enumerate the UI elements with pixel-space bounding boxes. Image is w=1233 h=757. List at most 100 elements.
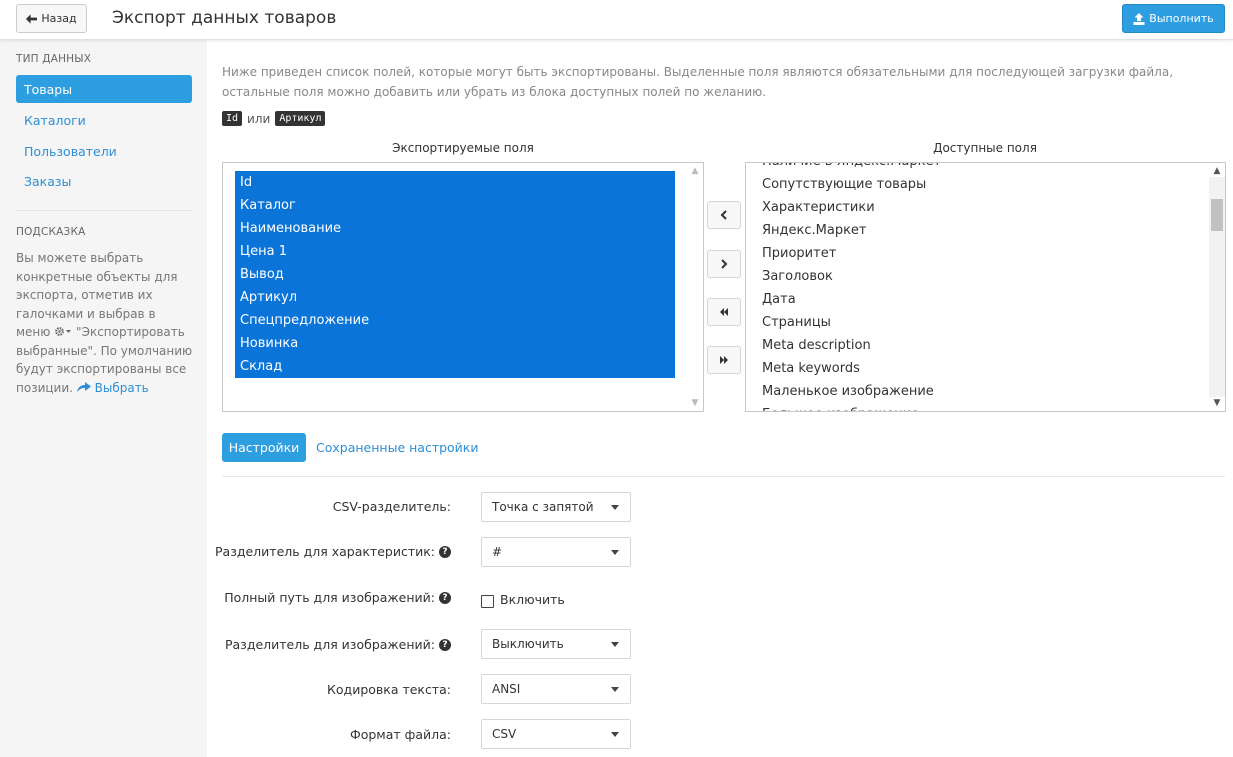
available-field-item[interactable]: Яндекс.Маркет (762, 219, 867, 242)
exported-fields-list[interactable]: Id Каталог Наименование Цена 1 Вывод Артикул С… (222, 162, 704, 412)
full-path-label: Полный путь для изображений: (224, 590, 435, 605)
sidebar-item-label: Заказы (24, 173, 72, 189)
double-chevron-left-icon (720, 308, 728, 316)
char-separator-value: # (492, 545, 503, 559)
full-path-checkbox[interactable] (481, 595, 494, 608)
available-field-item[interactable]: Страницы (762, 311, 831, 334)
caret-down-icon (611, 550, 619, 555)
chevron-left-icon (720, 210, 727, 220)
header: Назад Экспорт данных товаров Выполнить (0, 0, 1233, 40)
char-separator-label: Разделитель для характеристик: (215, 544, 435, 559)
exported-field-item[interactable]: Спецпредложение (235, 309, 675, 332)
select-link[interactable]: Выбрать (95, 381, 149, 395)
scrollbar-thumb[interactable] (1211, 199, 1223, 231)
available-field-item[interactable]: Meta description (762, 334, 871, 357)
sidebar-item-users[interactable]: Пользователи (16, 137, 192, 165)
exported-field-item[interactable]: Id (235, 171, 675, 194)
intro-text: Ниже приведен список полей, которые могу… (222, 65, 1174, 99)
sidebar-divider (16, 210, 192, 211)
chevron-up-icon[interactable]: ▲ (689, 166, 701, 176)
caret-down-icon (611, 732, 619, 737)
key-sku: Артикул (275, 111, 326, 126)
chevron-up-icon[interactable]: ▲ (1211, 166, 1223, 176)
sidebar-item-orders[interactable]: Заказы (16, 167, 192, 195)
encoding-label: Кодировка текста: (327, 682, 451, 697)
key-id: Id (222, 111, 243, 126)
tab-saved-settings[interactable]: Сохраненные настройки (316, 440, 478, 455)
run-label: Выполнить (1149, 12, 1214, 25)
move-all-right-button[interactable] (707, 346, 741, 374)
sidebar: ТИП ДАННЫХ Товары Каталоги Пользователи … (0, 40, 207, 757)
img-separator-label-row: Разделитель для изображений:? (201, 637, 451, 652)
back-label: Назад (41, 12, 77, 25)
img-separator-select[interactable]: Выключить (481, 629, 631, 659)
sidebar-item-products[interactable]: Товары (16, 75, 192, 103)
arrow-left-icon (26, 13, 38, 24)
exported-field-item[interactable]: Вывод (235, 263, 675, 286)
exported-field-item[interactable]: Артикул (235, 286, 675, 309)
move-right-button[interactable] (707, 250, 741, 278)
required-keys: Id или Артикул (222, 111, 326, 126)
exported-field-item[interactable]: Склад (235, 355, 675, 378)
available-field-item[interactable]: Meta keywords (762, 357, 860, 380)
tab-settings[interactable]: Настройки (222, 433, 306, 462)
upload-icon (1133, 12, 1145, 25)
format-select[interactable]: CSV (481, 719, 631, 749)
run-button[interactable]: Выполнить (1122, 4, 1225, 33)
available-field-item[interactable]: Заголовок (762, 265, 833, 288)
available-field-item[interactable]: Дата (762, 288, 796, 311)
question-circle-icon[interactable]: ? (439, 638, 451, 651)
encoding-value: ANSI (492, 682, 521, 696)
question-circle-icon[interactable]: ? (439, 545, 451, 558)
char-separator-label-row: Разделитель для характеристик:? (201, 544, 451, 559)
hint-text: Вы можете выбрать конкретные объекты для… (16, 249, 196, 397)
tabs-divider (222, 476, 1225, 477)
selected-fields-block: Id Каталог Наименование Цена 1 Вывод Артикул С… (235, 171, 675, 378)
move-all-left-button[interactable] (707, 298, 741, 326)
img-separator-label: Разделитель для изображений: (224, 637, 435, 652)
csv-separator-select[interactable]: Точка с запятой (481, 492, 631, 522)
exported-field-item[interactable]: Новинка (235, 332, 675, 355)
exported-fields-title: Экспортируемые поля (392, 141, 534, 155)
caret-down-icon (611, 505, 619, 510)
caret-down-icon (611, 642, 619, 647)
exported-field-item[interactable]: Каталог (235, 194, 675, 217)
exported-field-item[interactable]: Цена 1 (235, 240, 675, 263)
share-arrow-icon (76, 381, 91, 393)
available-fields-list[interactable]: Большое изображениеМаленькое изображение… (745, 162, 1226, 412)
caret-down-icon (611, 687, 619, 692)
format-label: Формат файла: (349, 727, 451, 742)
format-value: CSV (492, 727, 517, 741)
available-field-item[interactable]: Маленькое изображение (762, 380, 934, 403)
gear-icon (55, 327, 72, 336)
double-chevron-right-icon (720, 356, 728, 364)
sidebar-item-label: Каталоги (24, 112, 86, 128)
available-field-item[interactable]: Наличие в Яндекс.Маркет (762, 163, 941, 173)
csv-separator-label: CSV-разделитель: (332, 499, 451, 514)
full-path-checkbox-label[interactable]: Включить (500, 592, 565, 607)
available-field-item[interactable]: Характеристики (762, 196, 875, 219)
sidebar-item-label: Товары (24, 81, 73, 97)
img-separator-value: Выключить (492, 637, 564, 651)
encoding-select[interactable]: ANSI (481, 674, 631, 704)
chevron-down-icon[interactable]: ▼ (1211, 398, 1223, 408)
available-field-item[interactable]: Сопутствующие товары (762, 173, 926, 196)
exported-field-item[interactable]: Наименование (235, 217, 675, 240)
char-separator-select[interactable]: # (481, 537, 631, 567)
data-type-heading: ТИП ДАННЫХ (16, 53, 92, 65)
hint-heading: ПОДСКАЗКА (16, 226, 86, 238)
available-field-item[interactable]: Приоритет (762, 242, 836, 265)
sidebar-item-label: Пользователи (24, 143, 117, 159)
chevron-down-icon[interactable]: ▼ (689, 398, 701, 408)
move-left-button[interactable] (707, 201, 741, 229)
back-button[interactable]: Назад (16, 4, 87, 33)
available-fields-title: Доступные поля (933, 141, 1037, 155)
csv-separator-value: Точка с запятой (492, 500, 594, 514)
page-title: Экспорт данных товаров (112, 8, 337, 28)
available-field-item[interactable]: Большое изображение (762, 403, 919, 411)
full-path-label-row: Полный путь для изображений:? (201, 590, 451, 605)
sidebar-item-catalogs[interactable]: Каталоги (16, 106, 192, 134)
chevron-right-icon (721, 259, 728, 269)
key-or: или (247, 111, 271, 126)
question-circle-icon[interactable]: ? (439, 591, 451, 604)
